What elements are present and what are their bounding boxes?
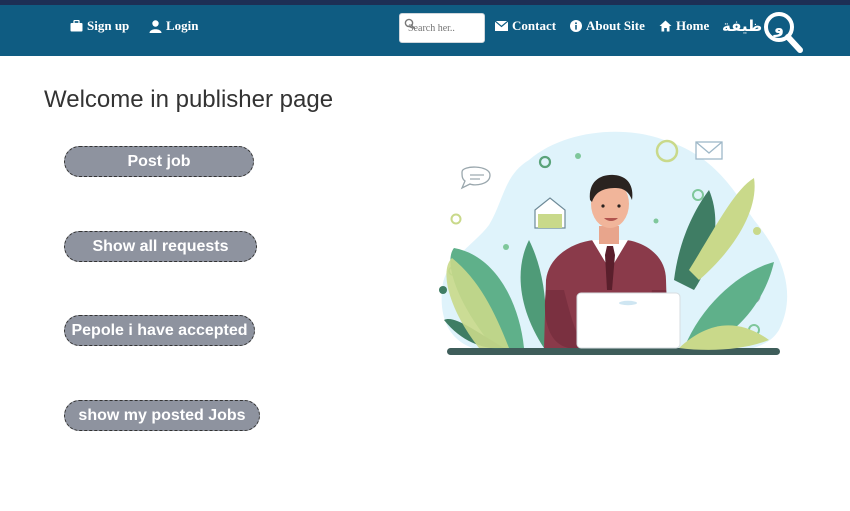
home-link[interactable]: Home [659, 18, 709, 34]
signup-label: Sign up [87, 18, 130, 33]
search-icon [404, 18, 416, 30]
magnifier-logo-icon: و [764, 12, 803, 53]
about-label: About Site [586, 18, 645, 33]
user-icon [149, 19, 162, 33]
home-icon [659, 20, 672, 32]
login-label: Login [166, 18, 199, 33]
logo-text: ظيفة [722, 17, 763, 35]
businessman-laptop-illustration [439, 131, 788, 355]
post-job-button[interactable]: Post job [64, 146, 254, 177]
login-link[interactable]: Login [149, 18, 199, 34]
contact-label: Contact [512, 18, 557, 33]
accepted-people-button[interactable]: Pepole i have accepted [64, 315, 255, 346]
envelope-icon [495, 21, 508, 31]
briefcase-icon [70, 20, 83, 32]
signup-link[interactable]: Sign up [70, 18, 129, 34]
page-title: Welcome in publisher page [44, 86, 334, 113]
home-label: Home [676, 18, 710, 33]
contact-link[interactable]: Contact [495, 18, 556, 34]
about-link[interactable]: About Site [570, 18, 645, 34]
logo-letter: و [773, 18, 784, 37]
info-icon [570, 20, 582, 32]
show-all-requests-button[interactable]: Show all requests [64, 231, 257, 262]
site-logo[interactable]: ظيفة و [722, 10, 806, 54]
posted-jobs-button[interactable]: show my posted Jobs [64, 400, 260, 431]
